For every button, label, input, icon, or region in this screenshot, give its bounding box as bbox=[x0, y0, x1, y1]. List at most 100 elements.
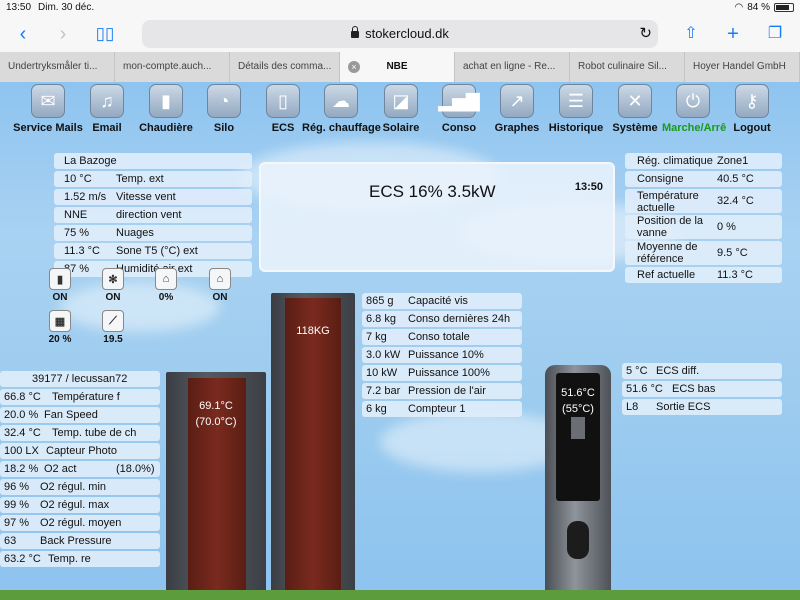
consumption-row: 7 kg Conso totale bbox=[362, 328, 522, 346]
tab-nbe[interactable]: × NBE bbox=[340, 52, 455, 82]
ground bbox=[0, 590, 800, 600]
weather-row: 1.52 m/s Vitesse vent bbox=[54, 188, 252, 206]
nav-silo[interactable]: ◔ Silo bbox=[205, 84, 243, 142]
new-tab-icon[interactable]: + bbox=[720, 22, 746, 46]
boiler-image[interactable]: 69.1°C (70.0°C) bbox=[166, 372, 266, 596]
house-icon: ⌂ bbox=[209, 268, 231, 290]
consumption-row: 7.2 bar Pression de l'air bbox=[362, 382, 522, 400]
nav-solaire[interactable]: ◪ Solaire bbox=[381, 84, 421, 142]
boiler-temp: 69.1°C bbox=[199, 400, 233, 412]
nav-conso[interactable]: ▂▅▇ Conso bbox=[438, 84, 480, 142]
silo-image[interactable]: 118KG bbox=[271, 293, 355, 596]
heating-panel: Rég. climatique Zone1 Consigne 40.5 °C Tem… bbox=[625, 152, 782, 284]
heating-row: Température actuelle 32.4 °C bbox=[625, 188, 782, 214]
nav-logout[interactable]: ⚷ Logout bbox=[730, 84, 774, 142]
back-icon[interactable]: ‹ bbox=[10, 22, 36, 46]
boiler-row: 20.0 % Fan Speed bbox=[0, 406, 160, 424]
clock: 13:50 bbox=[6, 2, 32, 13]
nav-historique[interactable]: ☰ Historique bbox=[548, 84, 604, 142]
nav-service-mails[interactable]: ✉ Service Mails bbox=[12, 84, 84, 142]
battery-icon bbox=[774, 3, 794, 12]
battery-percent: 84 % bbox=[747, 2, 770, 13]
solar-small-icon: ▦ bbox=[49, 310, 71, 332]
boiler-row: 100 LX Capteur Photo bbox=[0, 442, 160, 460]
ecs-row: L8 Sortie ECS bbox=[622, 398, 782, 416]
gauge-icon: ◔ bbox=[207, 84, 241, 118]
house-status[interactable]: ⌂ ON bbox=[205, 268, 235, 303]
ecs-panel: 5 °C ECS diff. 51.6 °C ECS bas L8 Sortie EC… bbox=[622, 362, 782, 416]
consumption-row: 6.8 kg Conso dernières 24h bbox=[362, 310, 522, 328]
weather-row: 10 °C Temp. ext bbox=[54, 170, 252, 188]
lock-icon bbox=[351, 26, 360, 38]
share-icon[interactable]: ⇧ bbox=[678, 22, 704, 46]
ecs-temp: 51.6°C bbox=[561, 387, 595, 399]
nav-systeme[interactable]: ✕ Système bbox=[610, 84, 660, 142]
cleaning-status[interactable]: ⟋ 19.5 bbox=[98, 310, 128, 345]
silo-weight: 118KG bbox=[296, 325, 330, 337]
nav-marche-arret[interactable]: ⏻ Marche/Arrê bbox=[662, 84, 726, 142]
ecs-row: 51.6 °C ECS bas bbox=[622, 380, 782, 398]
boiler-small-icon: ▮ bbox=[49, 268, 71, 290]
ecs-target: (55°C) bbox=[562, 403, 594, 415]
weather-row: NNE direction vent bbox=[54, 206, 252, 224]
bell-icon: ♫ bbox=[90, 84, 124, 118]
mail-icon: ✉ bbox=[31, 84, 65, 118]
boiler-row: 63 Back Pressure bbox=[0, 532, 160, 550]
weather-panel: La Bazoge 10 °C Temp. ext 1.52 m/s Vitesse… bbox=[54, 152, 252, 278]
ecs-row: 5 °C ECS diff. bbox=[622, 362, 782, 380]
tabs-overview-icon[interactable]: ❐ bbox=[762, 22, 788, 46]
consumption-row: 6 kg Compteur 1 bbox=[362, 400, 522, 418]
heating-row: Ref actuelle 11.3 °C bbox=[625, 266, 782, 284]
tab-details-commandes[interactable]: Détails des comma... bbox=[230, 52, 340, 82]
boiler-row: 63.2 °C Temp. re bbox=[0, 550, 160, 568]
solar-panel-icon: ◪ bbox=[384, 84, 418, 118]
boiler-row: 66.8 °C Température f bbox=[0, 388, 160, 406]
boiler-row: 99 % O2 régul. max bbox=[0, 496, 160, 514]
nav-email[interactable]: ♫ Email bbox=[88, 84, 126, 142]
tab-robot-culinaire[interactable]: Robot culinaire Sil... bbox=[570, 52, 685, 82]
tab-undertryksmaler[interactable]: Undertryksmåler ti... bbox=[0, 52, 115, 82]
tab-strip: Undertryksmåler ti... mon-compte.auch...… bbox=[0, 52, 800, 82]
boiler-header-row: 39177 / lecussan72 bbox=[0, 370, 160, 388]
nav-reg-chauffage[interactable]: ☁ Rég. chauffage bbox=[302, 84, 381, 142]
key-icon: ⚷ bbox=[735, 84, 769, 118]
heating-row: Rég. climatique Zone1 bbox=[625, 152, 782, 170]
main-status-time: 13:50 bbox=[574, 181, 603, 193]
url-text: stokercloud.dk bbox=[365, 26, 449, 41]
weather-row: 75 % Nuages bbox=[54, 224, 252, 242]
tab-hoyer-handel[interactable]: Hoyer Handel GmbH bbox=[685, 52, 800, 82]
heating-row: Consigne 40.5 °C bbox=[625, 170, 782, 188]
main-status-panel: ECS 16% 3.5kW 13:50 bbox=[259, 162, 615, 272]
list-icon: ☰ bbox=[559, 84, 593, 118]
heating-status[interactable]: ⌂ 0% bbox=[151, 268, 181, 303]
ecs-tank-image[interactable]: 51.6°C (55°C) bbox=[545, 365, 611, 596]
nav-graphes[interactable]: ↗ Graphes bbox=[494, 84, 540, 142]
boiler-row: 97 % O2 régul. moyen bbox=[0, 514, 160, 532]
address-bar[interactable]: stokercloud.dk ↻ bbox=[142, 20, 658, 48]
fan-icon: ✻ bbox=[102, 268, 124, 290]
consumption-row: 3.0 kW Puissance 10% bbox=[362, 346, 522, 364]
broom-icon: ⟋ bbox=[102, 310, 124, 332]
reload-icon[interactable]: ↻ bbox=[639, 20, 652, 48]
water-tank-icon: ▯ bbox=[266, 84, 300, 118]
solar-status[interactable]: ▦ 20 % bbox=[45, 310, 75, 345]
heating-row: Position de la vanne 0 % bbox=[625, 214, 782, 240]
consumption-panel: 865 g Capacité vis 6.8 kg Conso dernières … bbox=[362, 292, 522, 418]
boiler-target: (70.0°C) bbox=[195, 416, 237, 428]
tab-achat-en-ligne[interactable]: achat en ligne - Re... bbox=[455, 52, 570, 82]
nav-ecs[interactable]: ▯ ECS bbox=[265, 84, 301, 142]
fan-status[interactable]: ✻ ON bbox=[98, 268, 128, 303]
forward-icon[interactable]: › bbox=[50, 22, 76, 46]
weather-row: 11.3 °C Sone T5 (°C) ext bbox=[54, 242, 252, 260]
heating-row: Moyenne de référence 9.5 °C bbox=[625, 240, 782, 266]
nav-chaudiere[interactable]: ▮ Chaudière bbox=[137, 84, 195, 142]
close-icon[interactable]: × bbox=[348, 61, 360, 73]
boiler-row: 32.4 °C Temp. tube de ch bbox=[0, 424, 160, 442]
boiler-status[interactable]: ▮ ON bbox=[45, 268, 75, 303]
weather-location: La Bazoge bbox=[64, 155, 117, 167]
wifi-icon: ◠ bbox=[734, 2, 744, 13]
weather-location-row: La Bazoge bbox=[54, 152, 252, 170]
tab-mon-compte[interactable]: mon-compte.auch... bbox=[115, 52, 230, 82]
consumption-row: 865 g Capacité vis bbox=[362, 292, 522, 310]
bookmarks-icon[interactable]: ▯▯ bbox=[92, 22, 118, 46]
